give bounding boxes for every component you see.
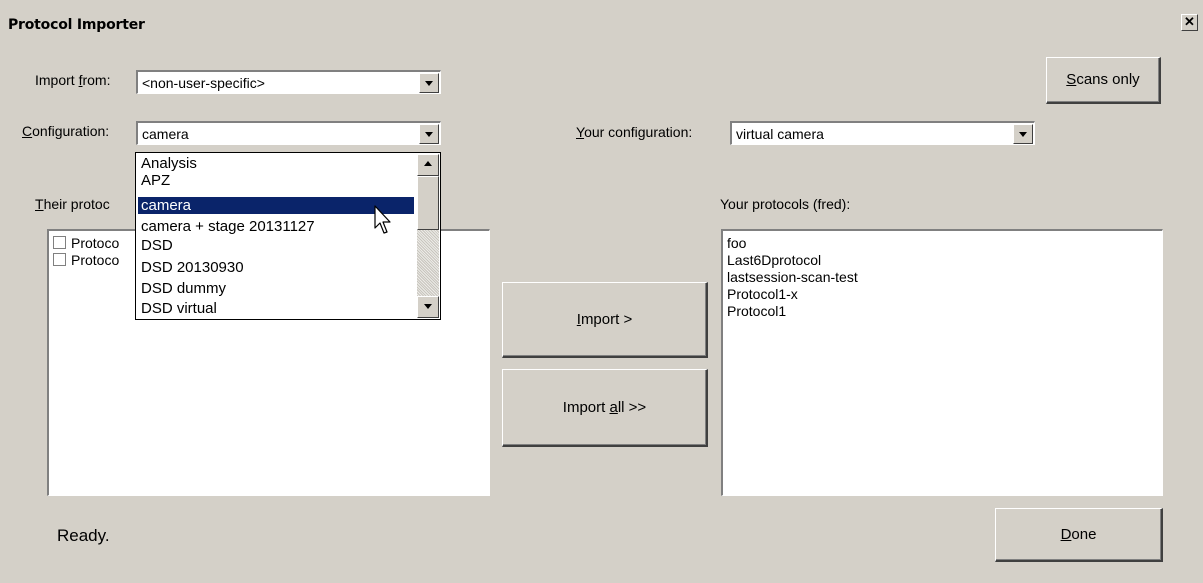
your-configuration-combo[interactable]: virtual camera [730,121,1035,145]
import-all-button[interactable]: Import all >> [502,369,708,447]
import-from-value: <non-user-specific> [142,75,265,91]
list-item[interactable]: Last6Dprotocol [723,252,1162,269]
your-configuration-dropdown-button[interactable] [1013,124,1033,144]
scans-only-button[interactable]: Scans only [1046,57,1161,104]
checkbox[interactable] [53,253,66,266]
scroll-track[interactable] [417,230,439,296]
configuration-label: Configuration: [22,123,110,139]
dropdown-scrollbar[interactable] [417,154,439,318]
their-protocols-label: Their protoc [35,196,110,212]
dropdown-option[interactable]: DSD virtual [138,300,414,317]
dropdown-option[interactable]: APZ [138,172,414,189]
chevron-up-icon [424,161,432,166]
scroll-up-button[interactable] [417,154,439,176]
window-title: Protocol Importer [8,17,145,33]
chevron-down-icon [1019,132,1027,137]
configuration-dropdown-list[interactable]: Analysis APZ camera camera + stage 20131… [135,152,441,320]
dropdown-option[interactable]: camera + stage 20131127 [138,218,414,235]
dropdown-option[interactable]: DSD dummy [138,280,414,297]
dropdown-option[interactable]: Analysis [138,155,414,172]
dropdown-option[interactable]: DSD [138,237,414,254]
list-item[interactable]: lastsession-scan-test [723,269,1162,286]
your-protocols-label: Your protocols (fred): [720,196,851,212]
chevron-down-icon [425,81,433,86]
configuration-dropdown-button[interactable] [419,124,439,144]
dropdown-option-selected[interactable]: camera [138,197,414,214]
mouse-pointer-icon [374,205,391,234]
close-icon: ✕ [1184,14,1195,29]
import-from-combo[interactable]: <non-user-specific> [136,70,441,94]
dropdown-option[interactable]: DSD 20130930 [138,259,414,276]
configuration-combo[interactable]: camera [136,121,441,145]
protocol-importer-window: Protocol Importer ✕ Import from: <non-us… [0,0,1203,583]
scroll-thumb[interactable] [417,176,439,230]
list-item[interactable]: Protocol1 [723,303,1162,320]
your-protocols-list[interactable]: foo Last6Dprotocol lastsession-scan-test… [721,229,1163,496]
your-configuration-value: virtual camera [736,126,824,142]
configuration-value: camera [142,126,189,142]
import-from-dropdown-button[interactable] [419,73,439,93]
status-text: Ready. [57,526,110,545]
list-item[interactable]: foo [723,235,1162,252]
chevron-down-icon [424,304,432,309]
checkbox[interactable] [53,236,66,249]
close-button[interactable]: ✕ [1181,14,1198,31]
done-button[interactable]: Done [995,508,1163,562]
scroll-down-button[interactable] [417,296,439,318]
import-from-label: Import from: [35,72,111,88]
list-item[interactable]: Protocol1-x [723,286,1162,303]
title-bar: Protocol Importer ✕ [0,0,1203,38]
your-configuration-label: Your configuration: [576,124,693,140]
chevron-down-icon [425,132,433,137]
import-button[interactable]: Import > [502,282,708,358]
